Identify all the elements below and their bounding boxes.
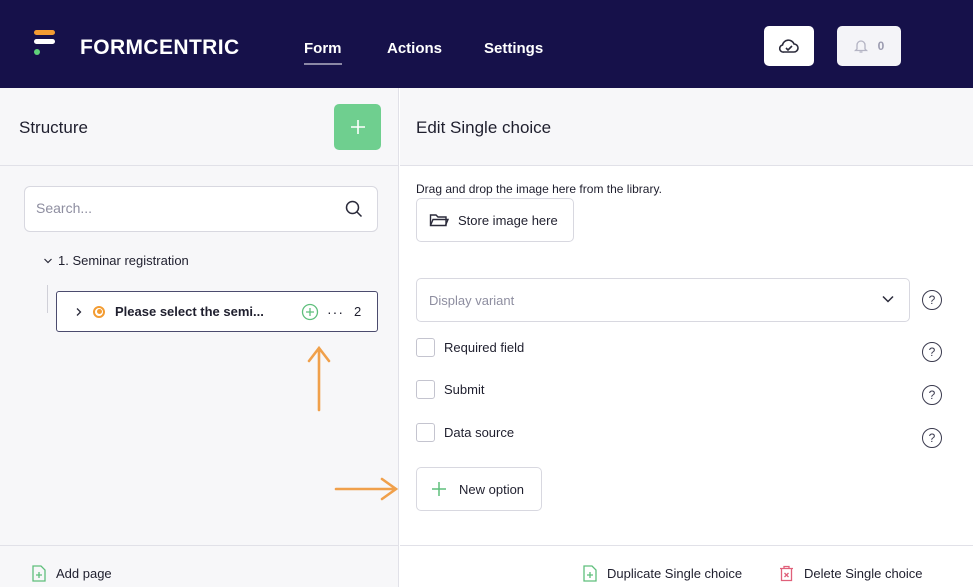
display-variant-placeholder: Display variant <box>429 292 515 308</box>
radio-type-icon <box>93 305 105 318</box>
store-image-button[interactable]: Store image here <box>416 198 574 242</box>
drag-drop-hint: Drag and drop the image here from the li… <box>416 182 662 196</box>
add-page-button[interactable]: Add page <box>32 565 112 582</box>
new-option-button[interactable]: New option <box>416 467 542 511</box>
formcentric-logo-icon <box>34 30 56 60</box>
required-field-checkbox[interactable] <box>416 338 435 357</box>
trash-icon <box>780 565 793 582</box>
bell-icon <box>853 40 868 53</box>
folder-icon <box>429 214 449 227</box>
tree-item-label: Please select the semi... <box>115 304 264 319</box>
brand-name: FORMCENTRIC <box>80 36 240 59</box>
data-source-label: Data source <box>444 425 515 440</box>
structure-search <box>24 186 378 232</box>
plus-icon <box>350 120 365 134</box>
cloud-sync-button[interactable] <box>764 26 814 66</box>
annotation-arrow-right-icon <box>334 477 399 501</box>
tree-page-node[interactable]: 1. Seminar registration <box>43 253 189 268</box>
chevron-right-icon[interactable] <box>75 307 83 317</box>
structure-panel: Structure 1. Seminar registration Please… <box>0 88 399 587</box>
add-page-label: Add page <box>56 566 112 581</box>
search-icon[interactable] <box>345 200 363 218</box>
add-page-icon <box>32 565 46 582</box>
help-icon[interactable]: ? <box>922 385 942 405</box>
store-image-label: Store image here <box>458 212 558 228</box>
footer-divider <box>400 545 973 546</box>
cloud-check-icon <box>778 39 799 53</box>
data-source-checkbox-row[interactable]: Data source <box>416 423 514 442</box>
new-option-label: New option <box>459 481 525 497</box>
data-source-checkbox[interactable] <box>416 423 435 442</box>
duplicate-icon <box>583 565 597 582</box>
submit-label: Submit <box>444 382 485 397</box>
nav-tab-actions[interactable]: Actions <box>387 40 442 57</box>
notifications-button[interactable]: 0 <box>837 26 901 66</box>
edit-title: Edit Single choice <box>416 118 552 137</box>
chevron-down-icon <box>44 258 52 263</box>
add-element-button[interactable] <box>334 104 381 150</box>
duplicate-label: Duplicate Single choice <box>607 566 743 581</box>
edit-panel: Edit Single choice Drag and drop the ima… <box>400 88 973 587</box>
help-icon[interactable]: ? <box>922 428 942 448</box>
notification-count: 0 <box>877 39 885 53</box>
nav-tab-settings[interactable]: Settings <box>484 40 543 57</box>
option-count: 2 <box>354 304 362 319</box>
display-variant-select[interactable]: Display variant <box>416 278 910 322</box>
help-icon[interactable]: ? <box>922 290 942 310</box>
tree-connector <box>47 285 48 313</box>
plus-icon <box>432 482 446 496</box>
top-navigation-bar: FORMCENTRIC Form Actions Settings 0 <box>0 0 973 88</box>
structure-panel-header: Structure <box>0 88 398 166</box>
tree-item-single-choice[interactable]: Please select the semi... ··· 2 <box>56 291 378 332</box>
footer-divider <box>0 545 399 546</box>
tree-page-label: 1. Seminar registration <box>58 253 189 268</box>
edit-panel-header: Edit Single choice <box>400 88 973 166</box>
submit-checkbox-row[interactable]: Submit <box>416 380 484 399</box>
duplicate-button[interactable]: Duplicate Single choice <box>583 565 742 582</box>
chevron-down-icon <box>882 295 894 303</box>
nav-tab-form[interactable]: Form <box>304 40 342 65</box>
annotation-arrow-up-icon <box>307 345 331 412</box>
structure-title: Structure <box>19 118 88 137</box>
delete-label: Delete Single choice <box>804 566 923 581</box>
more-options-icon[interactable]: ··· <box>327 304 344 320</box>
required-field-label: Required field <box>444 340 525 355</box>
submit-checkbox[interactable] <box>416 380 435 399</box>
add-option-circle-icon[interactable] <box>301 303 319 321</box>
delete-button[interactable]: Delete Single choice <box>779 565 923 582</box>
help-icon[interactable]: ? <box>922 342 942 362</box>
required-field-checkbox-row[interactable]: Required field <box>416 338 524 357</box>
search-input[interactable] <box>36 200 326 216</box>
